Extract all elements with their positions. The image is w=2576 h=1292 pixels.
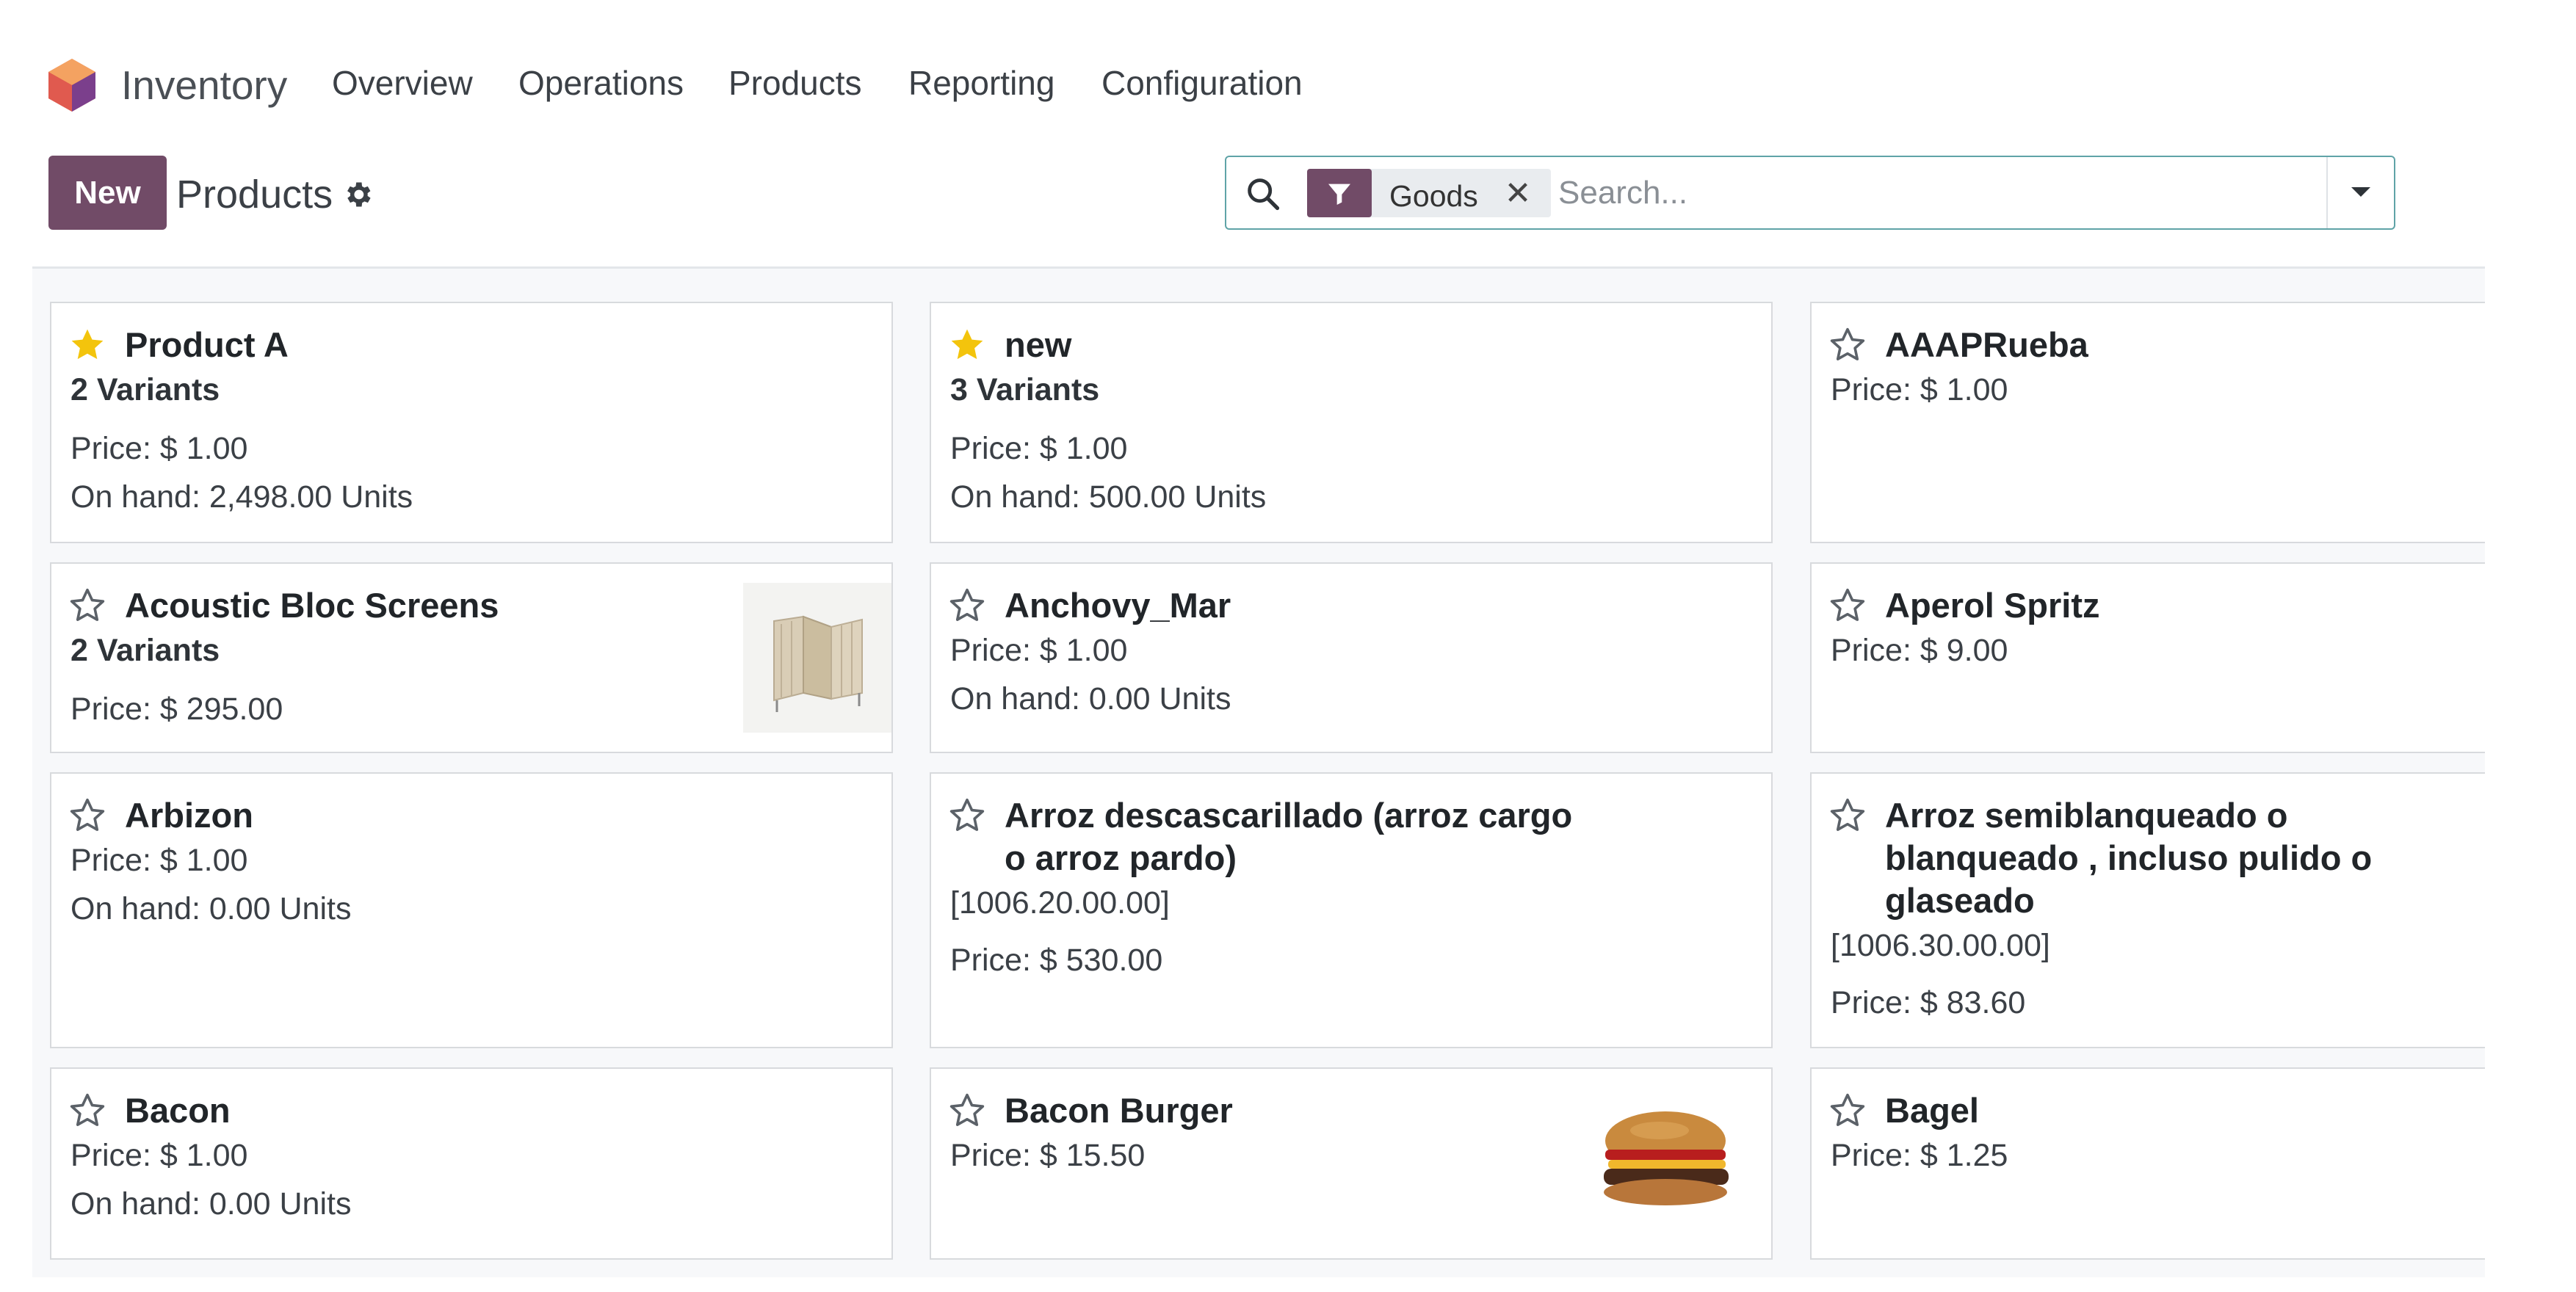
product-name: Arroz semiblanqueado o	[1885, 796, 2288, 835]
on-hand-qty: On hand: 500.00 Units	[950, 479, 1267, 515]
product-price: Price: $ 15.50	[950, 1138, 1146, 1173]
product-name: new	[1005, 325, 1072, 364]
product-card[interactable]: Bagel Price: $ 1.25	[1810, 1067, 2485, 1260]
filter-facet-badge	[1307, 169, 1372, 217]
product-price: Price: $ 1.00	[1831, 372, 2008, 407]
product-name: Arroz descascarillado (arroz cargo	[1005, 796, 1573, 835]
product-card[interactable]: Product A 2 Variants Price: $ 1.00 On hand:…	[50, 302, 893, 543]
favorite-star-icon[interactable]	[68, 796, 107, 835]
product-code: [1006.30.00.00]	[1831, 928, 2050, 963]
menu-configuration[interactable]: Configuration	[1101, 63, 1303, 103]
product-code: [1006.20.00.00]	[950, 885, 1170, 921]
product-price: Price: $ 1.00	[70, 1138, 248, 1173]
product-image-burger	[1592, 1103, 1739, 1213]
product-price: Price: $ 1.00	[950, 431, 1128, 466]
product-price: Price: $ 83.60	[1831, 985, 2026, 1020]
favorite-star-icon[interactable]	[1828, 325, 1867, 365]
product-price: Price: $ 1.00	[70, 431, 248, 466]
favorite-star-icon[interactable]	[947, 796, 987, 835]
favorite-star-filled-icon[interactable]	[947, 325, 987, 365]
menu-products[interactable]: Products	[728, 63, 862, 103]
favorite-star-icon[interactable]	[68, 586, 107, 625]
favorite-star-icon[interactable]	[68, 1091, 107, 1130]
page-title: Products	[176, 173, 333, 217]
variant-count: 3 Variants	[950, 372, 1100, 407]
inventory-app-logo-icon[interactable]	[47, 57, 97, 113]
menu-overview[interactable]: Overview	[332, 63, 473, 103]
favorite-star-filled-icon[interactable]	[68, 325, 107, 365]
product-name: Bacon Burger	[1005, 1091, 1233, 1130]
favorite-star-icon[interactable]	[947, 1091, 987, 1130]
product-price: Price: $ 1.00	[950, 633, 1128, 668]
product-card[interactable]: Arroz semiblanqueado o blanqueado , inclu…	[1810, 772, 2485, 1048]
product-name: o arroz pardo)	[1005, 838, 1237, 877]
favorite-star-icon[interactable]	[1828, 1091, 1867, 1130]
product-card[interactable]: Aperol Spritz Price: $ 9.00	[1810, 562, 2485, 753]
caret-down-icon	[2351, 187, 2370, 197]
facet-label: Goods	[1389, 179, 1478, 213]
menu-reporting[interactable]: Reporting	[908, 63, 1054, 103]
search-options-toggle[interactable]	[2326, 157, 2394, 228]
product-price: Price: $ 1.00	[70, 843, 248, 878]
menu-operations[interactable]: Operations	[518, 63, 684, 103]
product-card[interactable]: new 3 Variants Price: $ 1.00 On hand: 500.0…	[930, 302, 1773, 543]
favorite-star-icon[interactable]	[1828, 796, 1867, 835]
favorite-star-icon[interactable]	[1828, 586, 1867, 625]
product-name: Product A	[125, 325, 289, 364]
kanban-view: Product A 2 Variants Price: $ 1.00 On hand:…	[32, 266, 2485, 1277]
variant-count: 2 Variants	[70, 372, 220, 407]
gear-icon[interactable]	[341, 178, 374, 211]
on-hand-qty: On hand: 2,498.00 Units	[70, 479, 413, 515]
product-card[interactable]: Acoustic Bloc Screens 2 Variants Price: $ …	[50, 562, 893, 753]
on-hand-qty: On hand: 0.00 Units	[70, 891, 352, 926]
product-name: Anchovy_Mar	[1005, 586, 1231, 625]
on-hand-qty: On hand: 0.00 Units	[70, 1186, 352, 1222]
search-icon[interactable]	[1244, 175, 1282, 213]
favorite-star-icon[interactable]	[947, 586, 987, 625]
product-image-folding-screen	[743, 583, 891, 733]
top-navbar: Inventory Overview Operations Products R…	[0, 0, 2576, 147]
filter-icon	[1328, 184, 1350, 205]
facet-remove-icon[interactable]: ✕	[1499, 176, 1536, 211]
product-card[interactable]: AAAPRueba Price: $ 1.00	[1810, 302, 2485, 543]
product-name: Bagel	[1885, 1091, 1979, 1130]
search-input[interactable]	[1558, 169, 2072, 217]
product-card[interactable]: Bacon Price: $ 1.00 On hand: 0.00 Units	[50, 1067, 893, 1260]
on-hand-qty: On hand: 0.00 Units	[950, 681, 1231, 716]
new-button[interactable]: New	[48, 156, 167, 230]
product-card[interactable]: Bacon Burger Price: $ 15.50	[930, 1067, 1773, 1260]
product-name: Aperol Spritz	[1885, 586, 2100, 625]
product-price: Price: $ 1.25	[1831, 1138, 2008, 1173]
product-card[interactable]: Arbizon Price: $ 1.00 On hand: 0.00 Units	[50, 772, 893, 1048]
product-name: blanqueado , incluso pulido o	[1885, 838, 2373, 877]
product-card[interactable]: Anchovy_Mar Price: $ 1.00 On hand: 0.00 Un…	[930, 562, 1773, 753]
product-name: Bacon	[125, 1091, 231, 1130]
search-bar: Goods ✕	[1225, 156, 2395, 230]
product-name: Acoustic Bloc Screens	[125, 586, 499, 625]
product-name: Arbizon	[125, 796, 253, 835]
product-price: Price: $ 9.00	[1831, 633, 2008, 668]
search-facet-goods: Goods ✕	[1307, 169, 1551, 217]
variant-count: 2 Variants	[70, 633, 220, 668]
product-card[interactable]: Arroz descascarillado (arroz cargo o arro…	[930, 772, 1773, 1048]
product-name: glaseado	[1885, 881, 2035, 920]
app-name[interactable]: Inventory	[121, 62, 287, 109]
product-price: Price: $ 530.00	[950, 943, 1163, 978]
product-price: Price: $ 295.00	[70, 692, 283, 727]
product-name: AAAPRueba	[1885, 325, 2088, 364]
